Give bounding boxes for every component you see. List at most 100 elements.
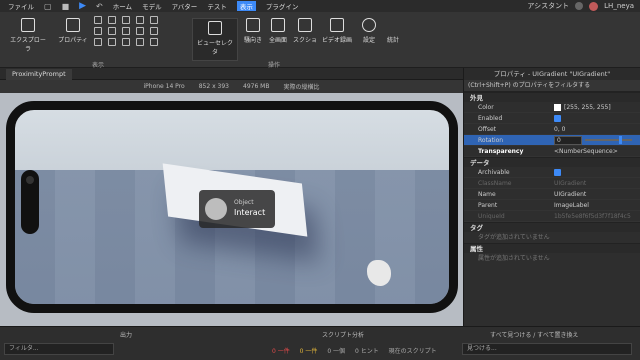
screenshot-icon [298, 18, 312, 32]
prop-key: UniqueId [478, 212, 505, 220]
avatar[interactable] [589, 1, 599, 11]
prop-key: Archivable [478, 168, 510, 176]
checkbox-checked[interactable] [554, 168, 561, 176]
tool-icon[interactable] [122, 16, 130, 24]
video-icon [330, 18, 344, 32]
prop-value: 0, 0 [554, 125, 566, 133]
username[interactable]: LH_neya [604, 2, 634, 10]
prompt-object-text: Object [234, 199, 254, 206]
output-title: 出力 [120, 332, 133, 339]
prop-parent[interactable]: Parent ImageLabel [464, 200, 640, 211]
prop-archivable[interactable]: Archivable [464, 167, 640, 178]
prop-rotation[interactable]: Rotation 0 [464, 135, 640, 146]
menu-plugins[interactable]: プラグイン [266, 1, 299, 11]
prop-name[interactable]: Name UIGradient [464, 189, 640, 200]
explorer-icon [21, 18, 35, 32]
tool-icon[interactable] [150, 38, 158, 46]
view-selector-icon [208, 21, 222, 35]
view-selector-button[interactable]: ビューセレクタ [192, 18, 238, 61]
section-data[interactable]: データ [464, 157, 640, 167]
prop-uniqueid: UniqueId 1b5fe5e8f6f5d3f7f18f4c5 [464, 211, 640, 222]
prop-value: ImageLabel [554, 201, 589, 209]
aspect-select[interactable]: 実際の縦横比 [283, 82, 319, 91]
explorer-button[interactable]: エクスプローラ [8, 18, 48, 53]
tool-icon[interactable] [136, 27, 144, 35]
hint-count[interactable]: 0 ヒント [355, 346, 379, 355]
prop-offset[interactable]: Offset 0, 0 [464, 124, 640, 135]
prop-value: <NumberSequence> [554, 147, 618, 155]
assistant-button[interactable]: アシスタント [527, 1, 569, 11]
section-attributes[interactable]: 属性 [464, 243, 640, 253]
screenshot-button[interactable]: スクショ [292, 18, 318, 44]
tab-proximityprompt[interactable]: ProximityPrompt [6, 69, 72, 80]
view-selector-label: ビューセレクタ [196, 40, 233, 56]
menu-file[interactable]: ファイル [8, 1, 34, 11]
device-select[interactable]: iPhone 14 Pro [143, 83, 184, 90]
prop-color[interactable]: Color [255, 255, 255] [464, 102, 640, 113]
section-appearance[interactable]: 外見 [464, 92, 640, 102]
prop-enabled[interactable]: Enabled [464, 113, 640, 124]
tool-icon[interactable] [136, 16, 144, 24]
prompt-action-text: Interact [234, 208, 266, 217]
tool-icon[interactable] [94, 38, 102, 46]
script-analysis-title: スクリプト分析 [322, 332, 365, 339]
info-count[interactable]: 0 一個 [327, 346, 345, 355]
tool-icon[interactable] [108, 16, 116, 24]
tool-icon[interactable] [150, 27, 158, 35]
tool-icon[interactable] [122, 38, 130, 46]
tool-icon[interactable] [94, 16, 102, 24]
properties-button[interactable]: プロパティ [56, 18, 90, 44]
key-circle-icon [205, 198, 227, 220]
settings-button[interactable]: 設定 [360, 18, 378, 44]
stats-button[interactable]: 統計 [384, 18, 402, 44]
view-tool-grid [94, 16, 160, 46]
game-viewport[interactable]: Object Interact [0, 93, 463, 326]
memory: 4976 MB [243, 83, 270, 90]
find-input[interactable]: 見つける... [462, 343, 632, 355]
facing-button[interactable]: 騒向き [242, 18, 264, 44]
checkbox-checked[interactable] [554, 114, 561, 122]
current-script-toggle[interactable]: 現在のスクリプト [389, 346, 437, 355]
fullscreen-label: 全画面 [268, 37, 287, 44]
tool-icon[interactable] [94, 27, 102, 35]
video-button[interactable]: ビデオ録画 [320, 18, 354, 44]
tool-icon[interactable] [136, 38, 144, 46]
facing-label: 騒向き [243, 37, 262, 44]
undo-icon[interactable]: ↶ [96, 2, 103, 11]
warning-count[interactable]: 0 一件 [300, 346, 318, 355]
prop-key: Enabled [478, 114, 503, 122]
prop-key: Offset [478, 125, 497, 133]
rotation-input[interactable]: 0 [554, 135, 582, 145]
prop-key: Parent [478, 201, 498, 209]
menu-test[interactable]: テスト [207, 1, 227, 11]
rotation-slider[interactable] [585, 136, 632, 144]
prop-key: Color [478, 103, 494, 111]
error-count[interactable]: 0 一件 [272, 346, 290, 355]
menu-avatar[interactable]: アバター [172, 1, 198, 11]
color-swatch[interactable] [554, 103, 561, 111]
save-icon[interactable]: ▢ [44, 2, 52, 11]
menu-view[interactable]: 表示 [236, 1, 256, 11]
fullscreen-button[interactable]: 全画面 [266, 18, 290, 44]
menu-model[interactable]: モデル [142, 1, 162, 11]
section-tags[interactable]: タグ [464, 222, 640, 232]
proximity-prompt[interactable]: Object Interact [199, 190, 275, 228]
properties-filter-input[interactable]: (Ctrl+Shift+P) のプロパティをフィルタする [464, 80, 640, 92]
play-icon[interactable]: ▶ [79, 1, 86, 11]
output-filter-input[interactable]: フィルタ... [4, 343, 114, 355]
document-tabs: ProximityPrompt [0, 68, 463, 80]
tool-icon[interactable] [150, 16, 158, 24]
tool-icon[interactable] [108, 27, 116, 35]
phone-frame: Object Interact [6, 101, 458, 313]
prop-key: Rotation [478, 136, 504, 144]
prop-transparency[interactable]: Transparency <NumberSequence> [464, 146, 640, 157]
prop-value: 1b5fe5e8f6f5d3f7f18f4c5 [554, 212, 631, 220]
explorer-label: エクスプローラ [10, 37, 46, 53]
tool-icon[interactable] [108, 38, 116, 46]
tool-icon[interactable] [122, 27, 130, 35]
share-icon[interactable] [575, 2, 584, 10]
fullscreen-icon [271, 18, 285, 32]
menu-home[interactable]: ホーム [113, 1, 132, 11]
stop-icon[interactable]: ■ [62, 2, 70, 11]
properties-panel: プロパティ - UIGradient "UIGradient" (Ctrl+Sh… [463, 68, 640, 326]
